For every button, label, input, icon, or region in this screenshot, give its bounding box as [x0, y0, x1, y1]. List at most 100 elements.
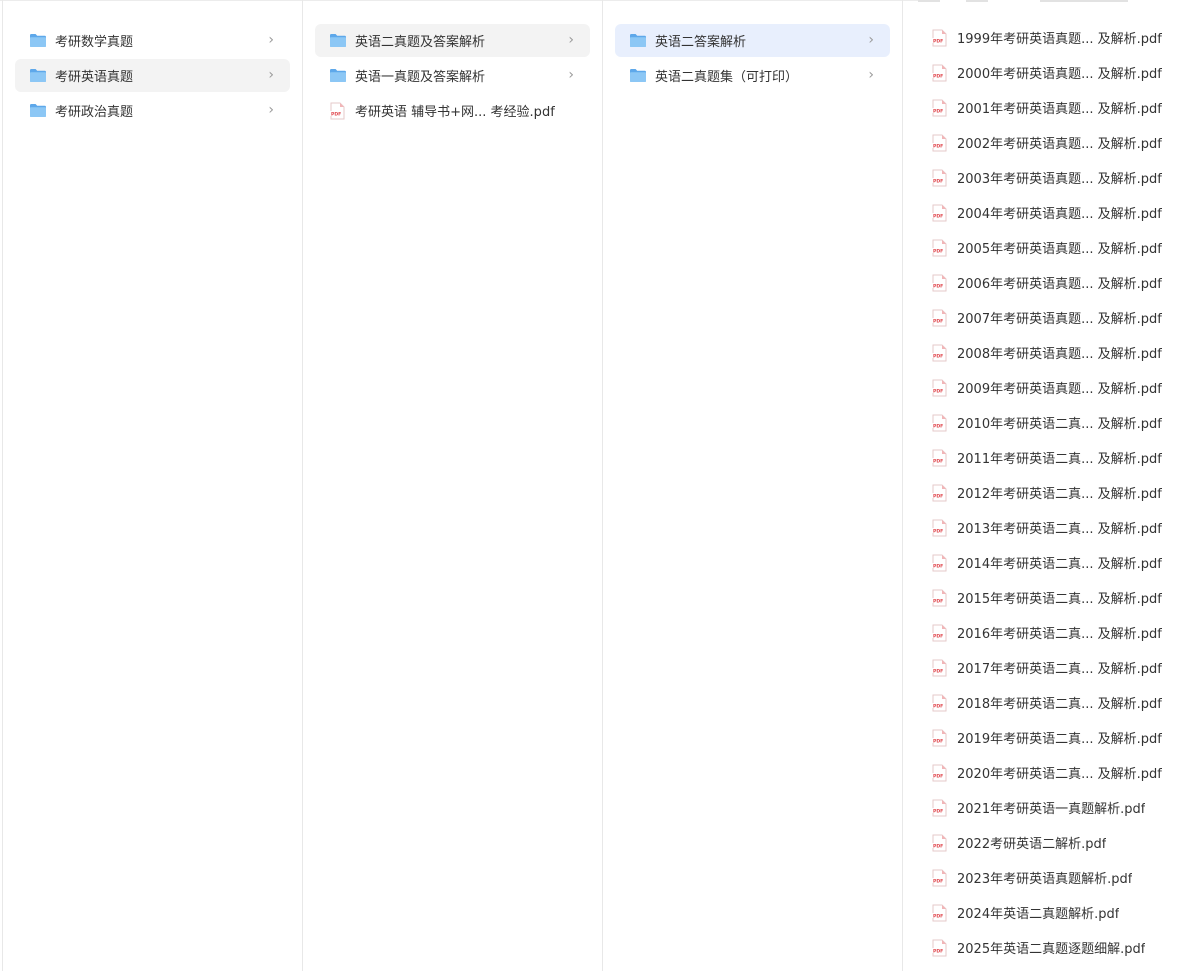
chevron-right-icon: ›: [268, 101, 274, 118]
file-item[interactable]: PDF 2025年英语二真题逐题细解.pdf: [923, 930, 1185, 965]
svg-text:PDF: PDF: [933, 423, 943, 429]
item-label: 英语一真题及答案解析: [355, 70, 486, 85]
svg-text:PDF: PDF: [933, 143, 943, 149]
folder-item[interactable]: 考研政治真题 ›: [15, 94, 290, 127]
file-item[interactable]: PDF 2014年考研英语二真... 及解析.pdf: [923, 545, 1185, 580]
pdf-file-icon: PDF: [932, 764, 947, 781]
folder-item[interactable]: 英语二真题及答案解析 ›: [315, 24, 590, 57]
folder-item[interactable]: 英语二真题集（可打印） ›: [615, 59, 890, 92]
file-item[interactable]: PDF 2005年考研英语真题... 及解析.pdf: [923, 230, 1185, 265]
item-label: 2021年考研英语一真题解析.pdf: [957, 802, 1146, 817]
folder-icon: [630, 34, 646, 47]
svg-text:PDF: PDF: [933, 528, 943, 534]
chevron-right-icon: ›: [868, 66, 874, 83]
file-item[interactable]: PDF 2006年考研英语真题... 及解析.pdf: [923, 265, 1185, 300]
folder-item[interactable]: 英语二答案解析 ›: [615, 24, 890, 57]
svg-text:PDF: PDF: [331, 111, 341, 117]
item-label: 2002年考研英语真题... 及解析.pdf: [957, 137, 1162, 152]
svg-text:PDF: PDF: [933, 248, 943, 254]
item-label: 2012年考研英语二真... 及解析.pdf: [957, 487, 1162, 502]
svg-text:PDF: PDF: [933, 843, 943, 849]
folder-icon: [330, 34, 346, 47]
chevron-right-icon: ›: [268, 31, 274, 48]
file-item[interactable]: PDF 2003年考研英语真题... 及解析.pdf: [923, 160, 1185, 195]
chevron-right-icon: ›: [568, 66, 574, 83]
pdf-file-icon: PDF: [330, 102, 345, 119]
column-2: 英语二真题及答案解析 › 英语一真题及答案解析 › PDF 考研英语 辅导书+网..…: [302, 0, 602, 971]
file-item[interactable]: PDF 2009年考研英语真题... 及解析.pdf: [923, 370, 1185, 405]
file-item[interactable]: PDF 2011年考研英语二真... 及解析.pdf: [923, 440, 1185, 475]
file-item[interactable]: PDF 2024年英语二真题解析.pdf: [923, 895, 1185, 930]
svg-text:PDF: PDF: [933, 353, 943, 359]
pdf-file-icon: PDF: [932, 169, 947, 186]
file-item[interactable]: PDF 2013年考研英语二真... 及解析.pdf: [923, 510, 1185, 545]
item-label: 考研政治真题: [55, 105, 134, 120]
svg-text:PDF: PDF: [933, 38, 943, 44]
file-item[interactable]: PDF 2023年考研英语真题解析.pdf: [923, 860, 1185, 895]
pdf-file-icon: PDF: [932, 239, 947, 256]
svg-text:PDF: PDF: [933, 598, 943, 604]
item-label: 1999年考研英语真题... 及解析.pdf: [957, 32, 1162, 47]
item-label: 2022考研英语二解析.pdf: [957, 837, 1107, 852]
folder-icon: [30, 34, 46, 47]
file-item[interactable]: PDF 2001年考研英语真题... 及解析.pdf: [923, 90, 1185, 125]
item-label: 2014年考研英语二真... 及解析.pdf: [957, 557, 1162, 572]
file-item[interactable]: PDF 2020年考研英语二真... 及解析.pdf: [923, 755, 1185, 790]
item-label: 英语二真题集（可打印）: [655, 70, 799, 85]
pdf-file-icon: PDF: [932, 344, 947, 361]
pdf-file-icon: PDF: [932, 414, 947, 431]
pdf-file-icon: PDF: [932, 519, 947, 536]
pdf-file-icon: PDF: [932, 904, 947, 921]
pdf-file-icon: PDF: [932, 274, 947, 291]
item-label: 2010年考研英语二真... 及解析.pdf: [957, 417, 1162, 432]
file-item[interactable]: PDF 2008年考研英语真题... 及解析.pdf: [923, 335, 1185, 370]
item-label: 英语二真题及答案解析: [355, 35, 486, 50]
file-item[interactable]: PDF 2002年考研英语真题... 及解析.pdf: [923, 125, 1185, 160]
svg-text:PDF: PDF: [933, 948, 943, 954]
chevron-right-icon: ›: [568, 31, 574, 48]
svg-text:PDF: PDF: [933, 633, 943, 639]
item-label: 2000年考研英语真题... 及解析.pdf: [957, 67, 1162, 82]
file-item[interactable]: PDF 2012年考研英语二真... 及解析.pdf: [923, 475, 1185, 510]
svg-text:PDF: PDF: [933, 108, 943, 114]
folder-item[interactable]: 英语一真题及答案解析 ›: [315, 59, 590, 92]
file-item[interactable]: PDF 2019年考研英语二真... 及解析.pdf: [923, 720, 1185, 755]
item-label: 2011年考研英语二真... 及解析.pdf: [957, 452, 1162, 467]
chevron-right-icon: ›: [868, 31, 874, 48]
item-label: 2004年考研英语真题... 及解析.pdf: [957, 207, 1162, 222]
file-item[interactable]: PDF 2018年考研英语二真... 及解析.pdf: [923, 685, 1185, 720]
item-label: 2009年考研英语真题... 及解析.pdf: [957, 382, 1162, 397]
svg-text:PDF: PDF: [933, 668, 943, 674]
folder-item[interactable]: 考研数学真题 ›: [15, 24, 290, 57]
item-label: 2006年考研英语真题... 及解析.pdf: [957, 277, 1162, 292]
item-label: 2003年考研英语真题... 及解析.pdf: [957, 172, 1162, 187]
file-item[interactable]: PDF 2016年考研英语二真... 及解析.pdf: [923, 615, 1185, 650]
svg-text:PDF: PDF: [933, 738, 943, 744]
file-item[interactable]: PDF 考研英语 辅导书+网... 考经验.pdf: [315, 94, 590, 127]
folder-icon: [30, 104, 46, 117]
svg-text:PDF: PDF: [933, 318, 943, 324]
pdf-file-icon: PDF: [932, 729, 947, 746]
pdf-file-icon: PDF: [932, 799, 947, 816]
folder-item[interactable]: 考研英语真题 ›: [15, 59, 290, 92]
file-item[interactable]: PDF 2000年考研英语真题... 及解析.pdf: [923, 55, 1185, 90]
pdf-file-icon: PDF: [932, 29, 947, 46]
column-list: PDF 1999年考研英语真题... 及解析.pdf PDF 2000年考研英语…: [923, 20, 1185, 965]
item-label: 2001年考研英语真题... 及解析.pdf: [957, 102, 1162, 117]
file-item[interactable]: PDF 2015年考研英语二真... 及解析.pdf: [923, 580, 1185, 615]
pdf-file-icon: PDF: [932, 589, 947, 606]
folder-icon: [630, 69, 646, 82]
file-item[interactable]: PDF 2004年考研英语真题... 及解析.pdf: [923, 195, 1185, 230]
file-item[interactable]: PDF 2010年考研英语二真... 及解析.pdf: [923, 405, 1185, 440]
pdf-file-icon: PDF: [932, 694, 947, 711]
file-item[interactable]: PDF 2021年考研英语一真题解析.pdf: [923, 790, 1185, 825]
item-label: 考研英语真题: [55, 70, 134, 85]
file-item[interactable]: PDF 2022考研英语二解析.pdf: [923, 825, 1185, 860]
svg-text:PDF: PDF: [933, 213, 943, 219]
pdf-file-icon: PDF: [932, 554, 947, 571]
file-item[interactable]: PDF 2017年考研英语二真... 及解析.pdf: [923, 650, 1185, 685]
file-item[interactable]: PDF 2007年考研英语真题... 及解析.pdf: [923, 300, 1185, 335]
svg-text:PDF: PDF: [933, 563, 943, 569]
item-label: 2024年英语二真题解析.pdf: [957, 907, 1120, 922]
file-item[interactable]: PDF 1999年考研英语真题... 及解析.pdf: [923, 20, 1185, 55]
